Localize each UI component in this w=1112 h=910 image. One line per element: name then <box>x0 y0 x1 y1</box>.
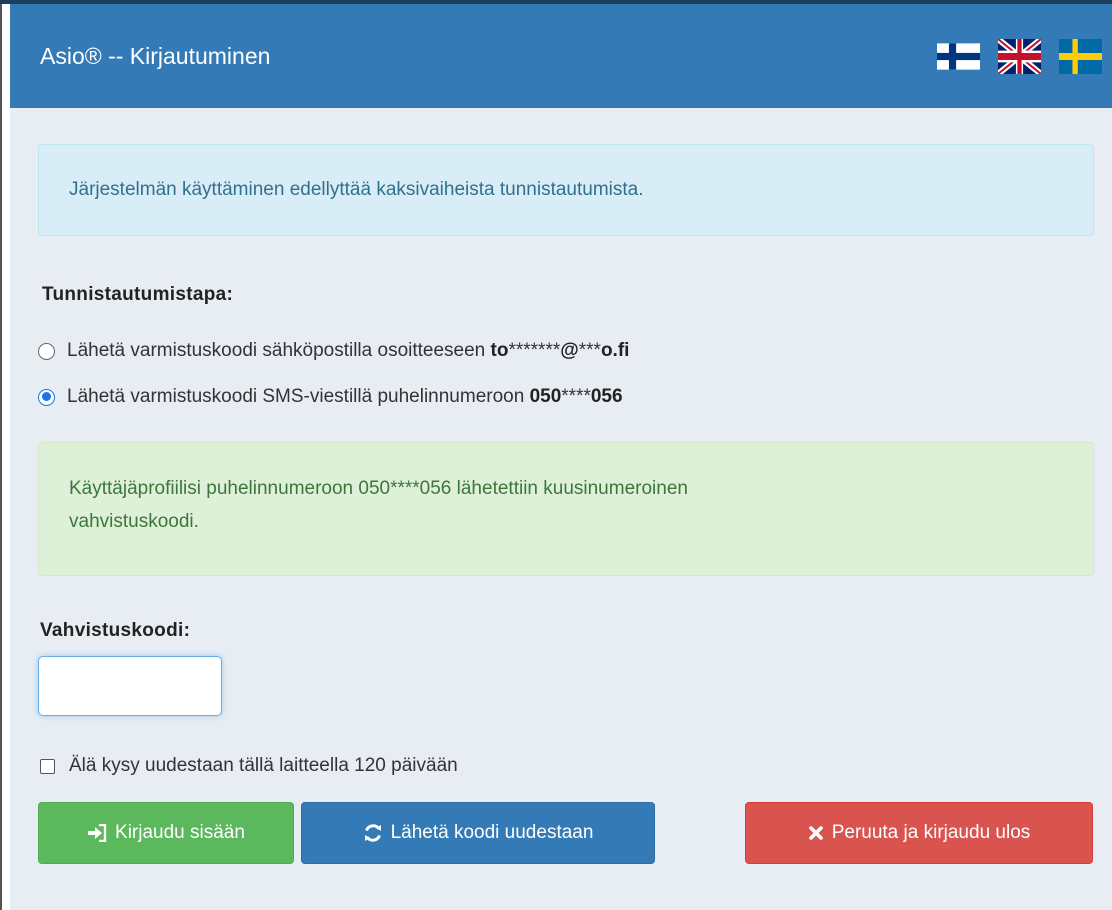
info-alert: Järjestelmän käyttäminen edellyttää kaks… <box>38 144 1094 236</box>
remember-device-label: Älä kysy uudestaan tällä laitteella 120 … <box>69 755 458 776</box>
panel-header: Asio® -- Kirjautuminen <box>10 4 1112 108</box>
email-radio[interactable] <box>38 342 55 360</box>
finnish-flag-icon[interactable] <box>937 39 980 74</box>
panel-body: Järjestelmän käyttäminen edellyttää kaks… <box>10 108 1112 866</box>
page-title: Asio® -- Kirjautuminen <box>40 42 271 69</box>
sms-radio[interactable] <box>38 388 55 406</box>
verification-code-input[interactable] <box>38 656 222 716</box>
method-option-sms[interactable]: Lähetä varmistuskoodi SMS-viestillä puhe… <box>38 382 1094 412</box>
sms-option-text: Lähetä varmistuskoodi SMS-viestillä puhe… <box>67 386 623 407</box>
refresh-icon <box>363 823 383 843</box>
method-option-email[interactable]: Lähetä varmistuskoodi sähköpostilla osoi… <box>38 336 1094 366</box>
cancel-logout-button[interactable]: Peruuta ja kirjaudu ulos <box>745 802 1093 864</box>
window-left-edge <box>0 4 2 910</box>
uk-flag-icon[interactable] <box>998 38 1041 74</box>
method-label: Tunnistautumistapa: <box>42 284 234 305</box>
swedish-flag-icon[interactable] <box>1059 38 1102 74</box>
code-label: Vahvistuskoodi: <box>40 620 191 641</box>
email-option-text: Lähetä varmistuskoodi sähköpostilla osoi… <box>67 340 630 361</box>
cancel-logout-button-label: Peruuta ja kirjaudu ulos <box>831 822 1031 843</box>
success-alert-line-1: Käyttäjäprofiilisi puhelinnumeroon 050**… <box>69 478 688 499</box>
language-selector <box>937 38 1102 74</box>
resend-code-button[interactable]: Lähetä koodi uudestaan <box>301 802 655 864</box>
login-panel: Asio® -- Kirjautuminen Järjestelmän käyt… <box>10 4 1112 910</box>
login-button-label: Kirjaudu sisään <box>115 822 245 843</box>
info-alert-text: Järjestelmän käyttäminen edellyttää kaks… <box>69 179 644 200</box>
close-icon <box>808 825 824 841</box>
remember-device-row[interactable]: Älä kysy uudestaan tällä laitteella 120 … <box>38 752 1094 780</box>
success-alert: Käyttäjäprofiilisi puhelinnumeroon 050**… <box>38 442 1094 576</box>
remember-device-checkbox[interactable] <box>40 758 55 774</box>
button-row: Kirjaudu sisään Lähetä koodi uudestaan P… <box>38 802 1094 866</box>
login-button[interactable]: Kirjaudu sisään <box>38 802 294 864</box>
resend-code-button-label: Lähetä koodi uudestaan <box>390 822 594 843</box>
success-alert-line-2: vahvistuskoodi. <box>69 511 199 532</box>
sign-in-icon <box>87 824 107 842</box>
